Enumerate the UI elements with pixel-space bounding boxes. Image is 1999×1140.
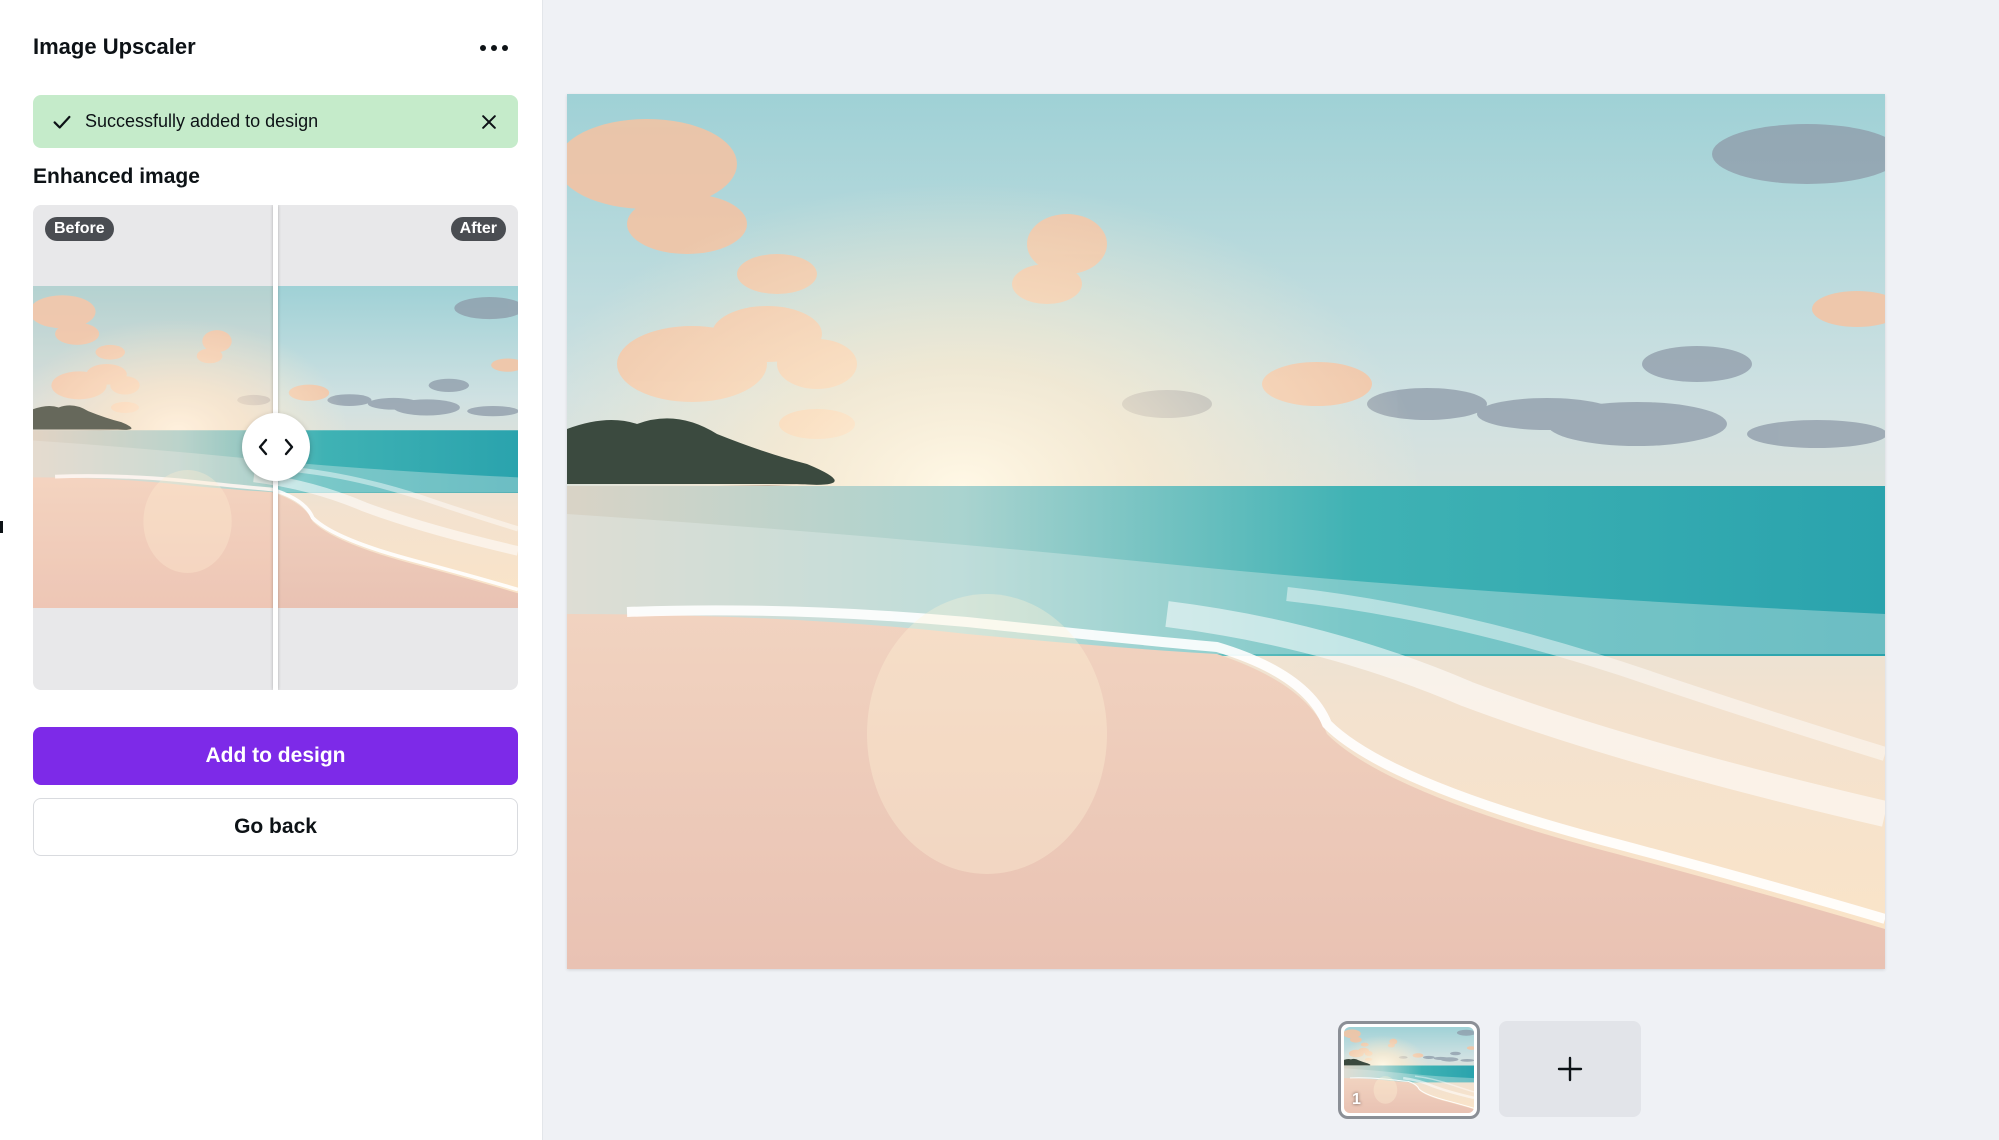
page-number: 1 [1352, 1091, 1361, 1108]
plus-icon [1557, 1056, 1583, 1082]
after-badge: After [450, 217, 506, 241]
before-image-overlay [33, 286, 274, 608]
page-thumbnail[interactable]: 1 [1338, 1021, 1480, 1119]
check-icon [53, 115, 71, 129]
page-thumbnail-image: 1 [1344, 1027, 1474, 1113]
image-upscaler-panel: Image Upscaler Successfully added to des… [0, 0, 543, 1140]
close-icon [482, 115, 496, 129]
comparison-slider-handle[interactable] [242, 413, 310, 481]
go-back-button[interactable]: Go back [33, 798, 518, 856]
success-toast: Successfully added to design [33, 95, 518, 148]
enhanced-image-heading: Enhanced image [33, 165, 200, 188]
before-after-comparison[interactable]: Before After [33, 205, 518, 690]
before-badge: Before [45, 217, 114, 241]
more-horizontal-icon [480, 45, 508, 51]
beach-sunset-image [567, 94, 1885, 969]
more-options-button[interactable] [474, 30, 514, 66]
add-to-design-button[interactable]: Add to design [33, 727, 518, 785]
toast-close-button[interactable] [469, 103, 509, 141]
panel-resize-handle[interactable] [0, 521, 3, 533]
panel-title: Image Upscaler [33, 34, 196, 59]
toast-message: Successfully added to design [85, 111, 319, 131]
design-canvas-image[interactable] [567, 94, 1885, 969]
chevron-left-right-icon [256, 437, 296, 457]
add-page-button[interactable] [1499, 1021, 1641, 1117]
